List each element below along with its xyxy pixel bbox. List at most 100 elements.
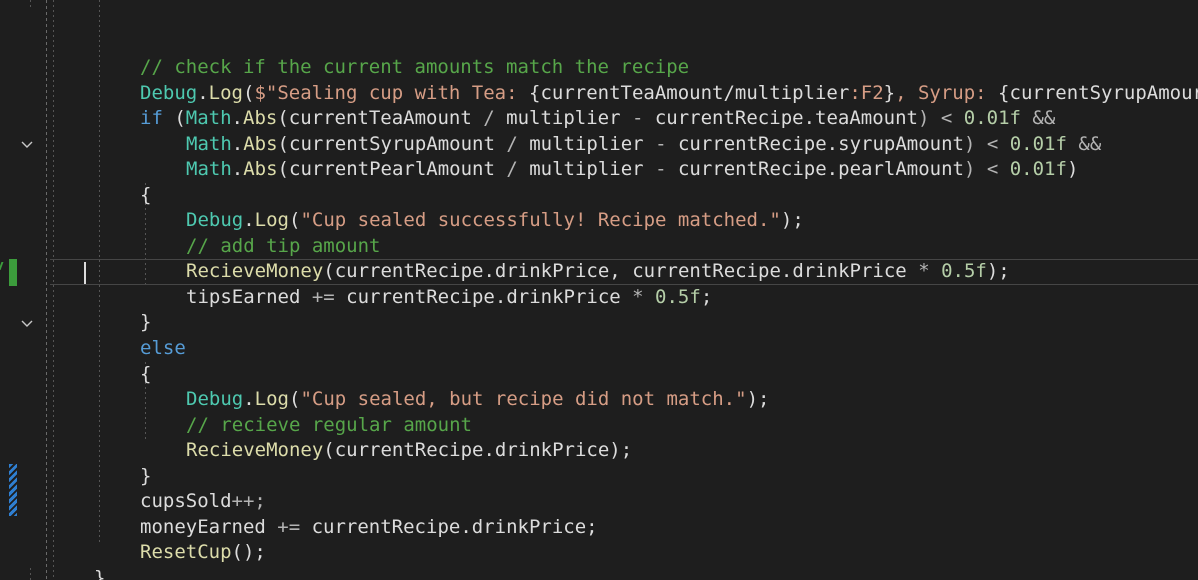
identifier: currentRecipe (677, 157, 827, 180)
punctuation: ( (162, 106, 186, 129)
punctuation: ); (609, 438, 633, 461)
identifier: multiplier (529, 157, 644, 180)
punctuation: . (483, 438, 495, 461)
identifier: currentRecipe (346, 285, 495, 308)
code-line[interactable]: RecieveMoney(currentRecipe.drinkPrice); (0, 412, 632, 461)
punctuation: ) (1066, 157, 1079, 180)
identifier: multiplier (734, 81, 850, 104)
code-line[interactable]: } (0, 438, 151, 487)
string-literal: "Cup sealed, but recipe did not match." (300, 387, 747, 410)
punctuation: ); (780, 208, 804, 231)
operator: * (620, 285, 656, 308)
identifier: drinkPrice (506, 285, 621, 308)
punctuation: . (483, 259, 495, 282)
punctuation: . (494, 285, 507, 308)
method-name: Abs (243, 132, 278, 155)
string-literal: "Cup sealed successfully! Recipe matched… (300, 208, 781, 231)
code-line[interactable]: Math.Abs(currentSyrupAmount / multiplier… (0, 106, 1101, 155)
identifier: currentPearlAmount (289, 157, 495, 180)
string-literal: $"Sealing cup with Tea: (254, 81, 529, 104)
operator: && (1066, 132, 1102, 155)
method-name: RecieveMoney (186, 259, 324, 282)
identifier: currentTeaAmount (540, 81, 724, 104)
operator: / (471, 106, 507, 129)
operator: / (494, 157, 530, 180)
punctuation: ( (323, 259, 335, 282)
identifier: drinkPrice (792, 259, 907, 282)
identifier: multiplier (506, 106, 621, 129)
code-line[interactable]: Debug.Log("Cup sealed, but recipe did no… (0, 361, 769, 410)
identifier: currentRecipe (654, 106, 804, 129)
operator: - (620, 106, 655, 129)
identifier: currentTeaAmount (288, 106, 472, 129)
keyword: if (140, 106, 163, 129)
identifier: currentRecipe (632, 259, 781, 282)
type-name: Debug (140, 81, 198, 104)
code-line[interactable]: // add tip amount (0, 208, 380, 257)
punctuation: . (231, 132, 244, 155)
brace: { (140, 183, 152, 206)
string-literal: , Syrup: (895, 81, 999, 104)
punctuation: . (460, 515, 472, 538)
number-literal: 0.5f (941, 259, 987, 282)
identifier: currentRecipe (334, 438, 484, 461)
identifier: currentRecipe (311, 515, 461, 538)
operator: += (265, 515, 312, 538)
operator: ) < (917, 106, 964, 129)
code-line[interactable]: // recieve regular amount (0, 387, 472, 436)
code-line[interactable]: } (0, 540, 105, 580)
code-line[interactable]: Debug.Log($"Sealing cup with Tea: {curre… (0, 55, 1198, 104)
code-line[interactable]: cupsSold++; (0, 463, 266, 512)
code-line[interactable]: { (0, 157, 151, 206)
identifier: drinkPrice (494, 438, 610, 461)
punctuation: , (609, 259, 633, 282)
indent-guide (30, 0, 31, 8)
method-name: Abs (243, 106, 278, 129)
identifier: currentRecipe (334, 259, 484, 282)
comment: // recieve regular amount (186, 413, 472, 436)
code-line[interactable]: ResetCup(); (0, 514, 266, 563)
format-specifier: :F2 (849, 81, 884, 104)
operator: / (494, 132, 530, 155)
code-line-current[interactable]: tipsEarned += currentRecipe.drinkPrice *… (0, 259, 712, 308)
operator: ) < (963, 157, 1010, 180)
indent-guide (53, 0, 54, 580)
identifier: syrupAmount (838, 132, 964, 155)
code-line[interactable]: moneyEarned += currentRecipe.drinkPrice; (0, 489, 598, 538)
identifier: drinkPrice (471, 515, 587, 538)
identifier: pearlAmount (838, 157, 964, 180)
punctuation: } (883, 81, 896, 104)
punctuation: . (197, 81, 209, 104)
punctuation: ( (288, 387, 301, 410)
type-name: Debug (186, 208, 244, 231)
code-line[interactable]: } (0, 284, 151, 333)
method-name: ResetCup (140, 540, 232, 563)
code-line[interactable]: RecieveMoney(currentRecipe.drinkPrice, c… (0, 233, 1010, 282)
code-line[interactable]: Debug.Log("Cup sealed successfully! Reci… (0, 182, 804, 231)
code-line[interactable]: Math.Abs(currentPearlAmount / multiplier… (0, 131, 1078, 180)
code-editor[interactable]: // check if the current amounts match th… (0, 0, 1198, 580)
operator: - (643, 157, 678, 180)
punctuation: . (826, 157, 839, 180)
code-line[interactable]: // check if the current amounts match th… (0, 29, 689, 78)
identifier: currentSyrupAmount (289, 132, 495, 155)
punctuation: . (243, 208, 255, 231)
punctuation: ( (277, 157, 289, 180)
code-line[interactable]: { (0, 336, 151, 385)
operator: && (1020, 106, 1056, 129)
gutter-divider (46, 0, 47, 580)
comment: // add tip amount (186, 234, 381, 257)
operator: * (906, 259, 942, 282)
identifier: tipsEarned (186, 285, 301, 308)
punctuation: ; (586, 515, 598, 538)
code-line[interactable]: if (Math.Abs(currentTeaAmount / multipli… (0, 80, 1055, 129)
identifier: currentRecipe (677, 132, 827, 155)
code-line[interactable]: else (0, 310, 186, 359)
punctuation: . (780, 259, 793, 282)
punctuation: (); (231, 540, 266, 563)
punctuation: . (231, 157, 244, 180)
number-literal: 0.01f (1009, 157, 1067, 180)
type-name: Math (185, 106, 232, 129)
operator: ++; (231, 489, 266, 512)
operator: += (300, 285, 347, 308)
